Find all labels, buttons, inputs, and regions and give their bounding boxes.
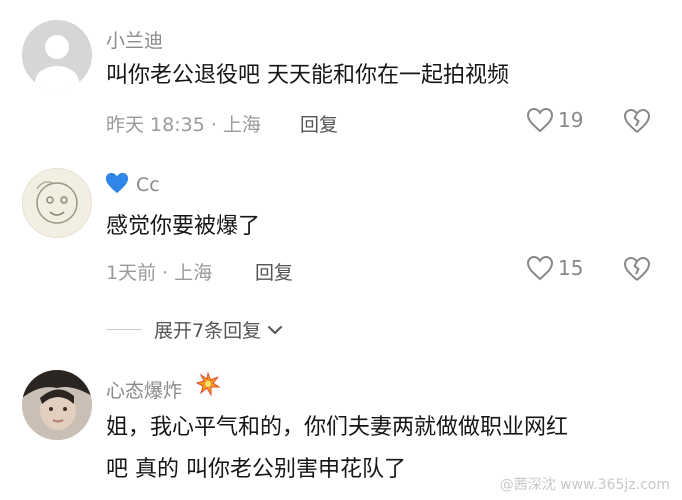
comment-username[interactable]: Cc xyxy=(136,174,160,196)
reply-button[interactable]: 回复 xyxy=(255,258,293,285)
comment-text: 感觉你要被爆了 xyxy=(106,214,261,239)
like-count: 19 xyxy=(558,108,584,132)
expand-replies-button[interactable]: 展开7条回复 xyxy=(106,316,285,343)
comment-text: 叫你老公退役吧 天天能和你在一起拍视频 xyxy=(106,63,509,88)
default-avatar-icon xyxy=(22,20,92,90)
like-button[interactable]: 15 xyxy=(526,255,583,281)
broken-heart-icon xyxy=(624,257,650,281)
reply-button[interactable]: 回复 xyxy=(300,110,338,137)
comment-username[interactable]: 心态爆炸 xyxy=(106,376,182,403)
avatar[interactable] xyxy=(22,20,92,90)
like-button[interactable]: 19 xyxy=(526,107,583,133)
broken-heart-icon xyxy=(624,109,650,133)
blue-heart-icon xyxy=(104,171,130,199)
expand-replies-label: 展开7条回复 xyxy=(154,320,262,342)
photo-avatar-icon xyxy=(22,370,92,440)
comment-username[interactable]: 小兰迪 xyxy=(106,26,163,53)
comment-text-line-2: 吧 真的 叫你老公别害申花队了 xyxy=(106,457,406,482)
divider xyxy=(106,328,142,331)
dislike-button[interactable] xyxy=(622,107,652,139)
heart-icon xyxy=(526,107,554,133)
watermark: @茜深沈 www.365jz.com xyxy=(499,477,670,493)
comment-meta: 昨天 18:35 · 上海 xyxy=(106,114,261,136)
like-count: 15 xyxy=(558,256,584,280)
dislike-button[interactable] xyxy=(622,255,652,287)
explosion-icon xyxy=(195,371,221,400)
avatar[interactable] xyxy=(22,168,92,238)
avatar[interactable] xyxy=(22,370,92,440)
sketch-avatar-icon xyxy=(36,181,78,224)
comment-meta: 1天前 · 上海 xyxy=(106,262,213,284)
comment-text-line-1: 姐，我心平气和的，你们夫妻两就做做职业网红 xyxy=(106,415,569,440)
chevron-down-icon xyxy=(268,325,283,334)
heart-icon xyxy=(526,255,554,281)
